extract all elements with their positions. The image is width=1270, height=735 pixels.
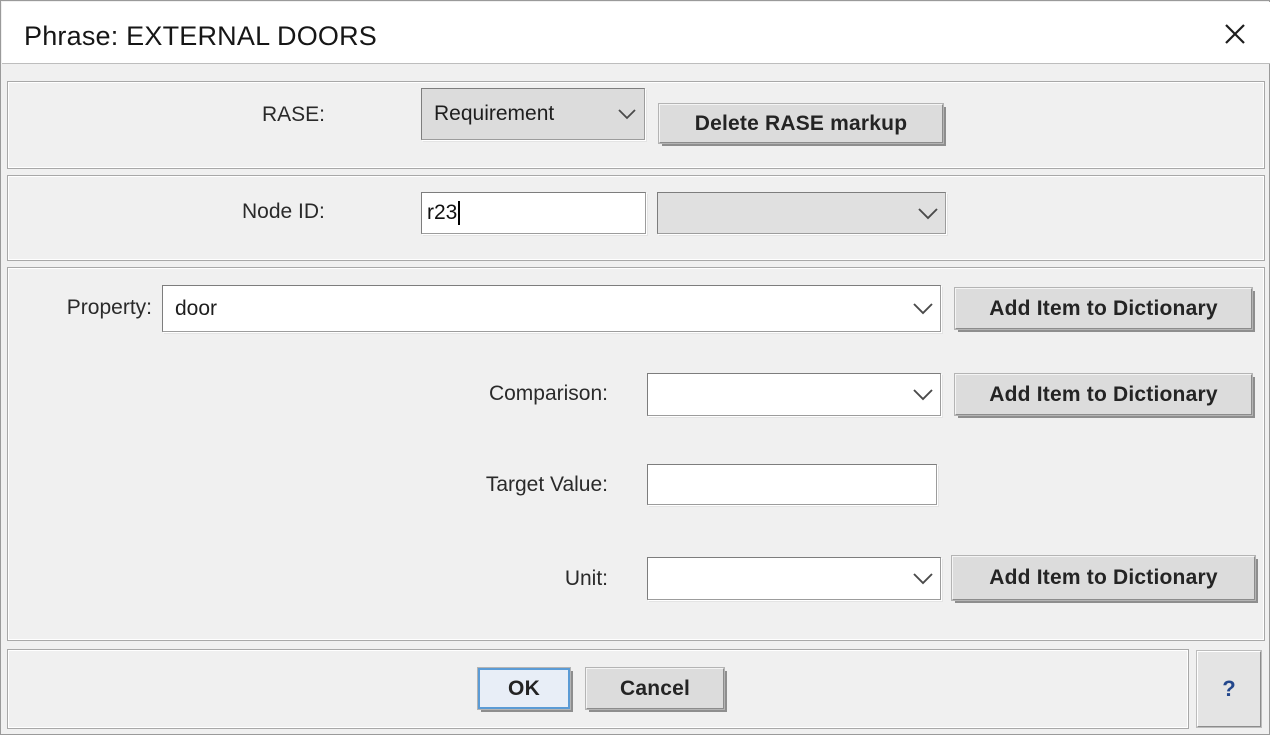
chevron-down-icon [911,207,945,220]
chevron-down-icon [906,388,940,401]
rase-panel: RASE: Requirement Delete RASE markup [7,81,1265,169]
footer-panel: OK Cancel [7,649,1189,729]
rase-select[interactable]: Requirement [421,88,645,140]
target-value-label: Target Value: [485,473,608,496]
comparison-combo[interactable] [647,373,941,416]
rase-select-value: Requirement [434,102,555,125]
help-button[interactable]: ? [1197,651,1261,727]
node-id-input[interactable]: r23 [421,192,646,234]
delete-rase-markup-button[interactable]: Delete RASE markup [659,104,943,143]
node-id-label: Node ID: [242,200,325,223]
node-id-panel: Node ID: r23 [7,175,1265,261]
chevron-down-icon [906,572,940,585]
unit-label: Unit: [564,567,608,590]
property-combo[interactable]: door [162,285,941,332]
fields-panel: Property: door Add Item to Dictionary Co… [7,267,1265,641]
dialog-title: Phrase: EXTERNAL DOORS [24,21,378,51]
dialog-titlebar: Phrase: EXTERNAL DOORS [2,2,1270,64]
property-add-to-dictionary-button[interactable]: Add Item to Dictionary [955,288,1252,329]
phrase-dialog-window: Phrase: EXTERNAL DOORS RASE: Requirement… [0,0,1270,735]
rase-label: RASE: [262,103,326,126]
text-caret [458,201,461,225]
cancel-button[interactable]: Cancel [586,668,724,709]
comparison-add-to-dictionary-button[interactable]: Add Item to Dictionary [955,374,1252,415]
comparison-label: Comparison: [488,382,608,405]
chevron-down-icon [906,302,940,315]
node-id-select[interactable] [657,192,946,234]
node-id-value: r23 [427,201,458,224]
ok-button[interactable]: OK [478,668,570,709]
unit-combo[interactable] [647,557,941,600]
target-value-input[interactable] [647,464,937,505]
property-value: door [175,296,218,320]
unit-add-to-dictionary-button[interactable]: Add Item to Dictionary [952,556,1255,600]
property-label: Property: [66,296,152,319]
chevron-down-icon [610,108,644,120]
close-icon[interactable] [1218,17,1252,51]
